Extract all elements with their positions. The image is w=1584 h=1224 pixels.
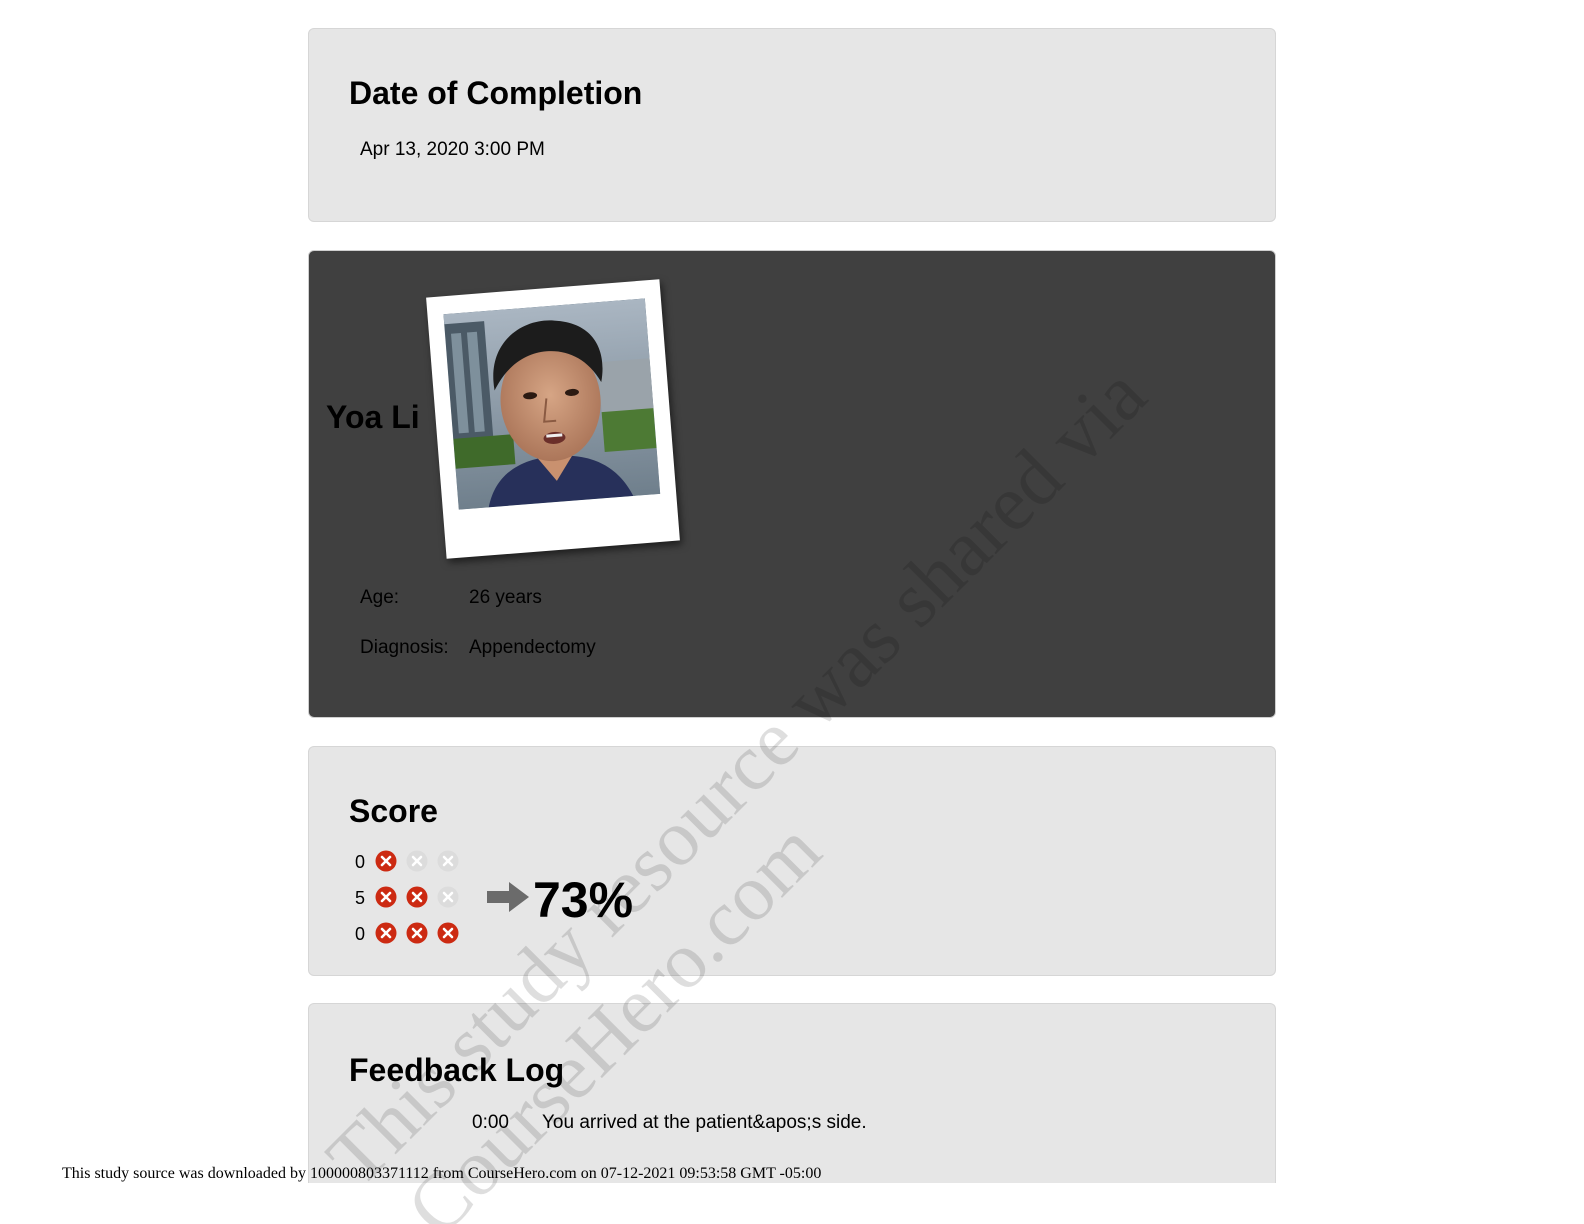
age-label: Age: <box>360 587 400 608</box>
score-row-count: 0 <box>355 924 366 944</box>
completion-date: Apr 13, 2020 3:00 PM <box>360 139 545 160</box>
x-circle-inactive-icon <box>406 850 428 872</box>
patient-panel: Yoa Li Age: 26 years Diagnosis: Appendec… <box>308 250 1276 718</box>
download-footer-note: This study source was downloaded by 1000… <box>62 1165 822 1182</box>
log-entry-time: 0:00 <box>472 1112 509 1133</box>
score-percent: 73% <box>533 872 634 928</box>
x-circle-inactive-icon <box>437 850 459 872</box>
patient-portrait-image <box>443 298 661 510</box>
score-title: Score <box>349 793 438 829</box>
patient-name: Yoa Li <box>326 399 420 435</box>
diagnosis-value: Appendectomy <box>469 637 596 658</box>
x-circle-icon <box>437 922 459 944</box>
arrow-right-icon <box>487 882 529 912</box>
diagnosis-label: Diagnosis: <box>360 637 449 658</box>
patient-photo-frame <box>426 279 680 559</box>
page-bottom-margin <box>0 1183 1584 1224</box>
x-circle-inactive-icon <box>437 886 459 908</box>
patient-photo <box>443 298 661 510</box>
completion-panel: Date of Completion Apr 13, 2020 3:00 PM <box>308 28 1276 222</box>
score-panel: Score 0 5 0 73% <box>308 746 1276 976</box>
score-row-count: 5 <box>355 888 366 908</box>
x-circle-icon <box>375 886 397 908</box>
completion-title: Date of Completion <box>349 75 643 111</box>
x-circle-icon <box>375 922 397 944</box>
x-circle-icon <box>406 922 428 944</box>
feedback-title: Feedback Log <box>349 1052 565 1088</box>
score-row-count: 0 <box>355 852 366 872</box>
x-circle-icon <box>406 886 428 908</box>
age-value: 26 years <box>469 587 542 608</box>
x-circle-icon <box>375 850 397 872</box>
log-entry-text: You arrived at the patient&apos;s side. <box>542 1112 867 1133</box>
